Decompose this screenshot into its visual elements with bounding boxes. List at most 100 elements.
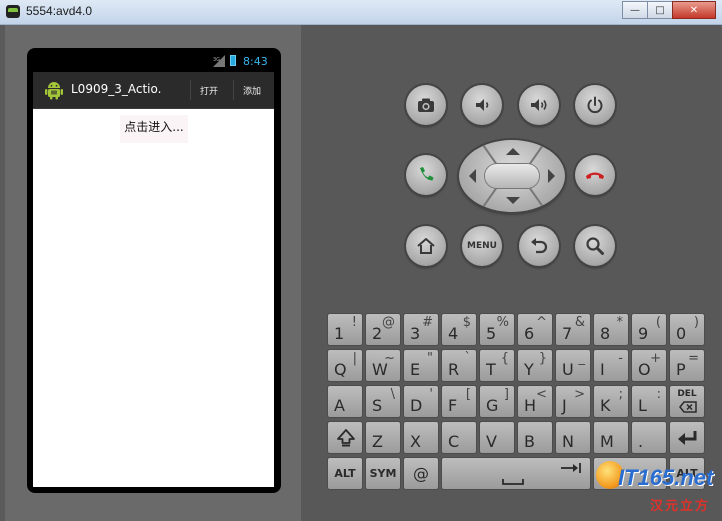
key-space[interactable] bbox=[441, 457, 591, 490]
menu-button[interactable]: MENU bbox=[462, 226, 502, 266]
key-2[interactable]: 2 @ bbox=[365, 313, 401, 346]
menu-label: MENU bbox=[467, 241, 497, 251]
activity-title: L0909_3_Actio. bbox=[71, 82, 162, 96]
key-g[interactable]: G] bbox=[479, 385, 515, 418]
dpad-divider bbox=[482, 145, 497, 165]
dpad-divider bbox=[482, 187, 497, 207]
volume-down-button[interactable] bbox=[462, 85, 502, 125]
call-button[interactable] bbox=[406, 155, 446, 195]
network-type-label: 3G bbox=[213, 57, 220, 63]
action-divider bbox=[233, 80, 234, 100]
back-icon bbox=[531, 238, 548, 254]
key-h[interactable]: H < bbox=[517, 385, 553, 418]
shift-icon bbox=[337, 429, 355, 447]
watermark-subtitle: 汉元立方 bbox=[650, 499, 711, 514]
dpad-left-icon[interactable] bbox=[469, 169, 476, 183]
volume-up-icon bbox=[531, 99, 547, 111]
key-r[interactable]: R ` bbox=[441, 349, 477, 382]
phone-call-icon bbox=[420, 167, 434, 181]
key-shift[interactable] bbox=[327, 421, 363, 454]
android-robot-icon bbox=[45, 82, 63, 100]
key-l[interactable]: L: bbox=[631, 385, 667, 418]
end-call-button[interactable] bbox=[575, 155, 615, 195]
key-3[interactable]: 3 # bbox=[403, 313, 439, 346]
key-9[interactable]: 9( bbox=[631, 313, 667, 346]
key-7[interactable]: 7 & bbox=[555, 313, 591, 346]
volume-up-button[interactable] bbox=[519, 85, 559, 125]
key-1[interactable]: 1! bbox=[327, 313, 363, 346]
key-o[interactable]: O + bbox=[631, 349, 667, 382]
action-add[interactable]: 添加 bbox=[243, 84, 261, 97]
key-d[interactable]: D ' bbox=[403, 385, 439, 418]
key-m[interactable]: M bbox=[593, 421, 629, 454]
key-p[interactable]: P = bbox=[669, 349, 705, 382]
key-t[interactable]: T{ bbox=[479, 349, 515, 382]
dpad-right-icon[interactable] bbox=[548, 169, 555, 183]
key-z[interactable]: Z bbox=[365, 421, 401, 454]
key-6[interactable]: 6 ^ bbox=[517, 313, 553, 346]
close-button[interactable]: ✕ bbox=[672, 1, 716, 19]
space-icon bbox=[502, 479, 524, 485]
key-5[interactable]: 5% bbox=[479, 313, 515, 346]
enter-icon bbox=[678, 431, 697, 445]
key-a[interactable]: A bbox=[327, 385, 363, 418]
key-enter[interactable] bbox=[669, 421, 705, 454]
end-call-icon bbox=[586, 172, 604, 179]
app-content: 点击进入... bbox=[33, 109, 274, 487]
key-b[interactable]: B bbox=[517, 421, 553, 454]
tab-arrow-icon bbox=[561, 463, 581, 473]
backspace-icon bbox=[679, 401, 697, 413]
key-u[interactable]: U _ bbox=[555, 349, 591, 382]
search-icon bbox=[586, 237, 604, 255]
key-i[interactable]: I- bbox=[593, 349, 629, 382]
key-e[interactable]: E " bbox=[403, 349, 439, 382]
home-icon bbox=[417, 238, 435, 254]
key-n[interactable]: N bbox=[555, 421, 591, 454]
key-0[interactable]: 0) bbox=[669, 313, 705, 346]
maximize-button[interactable]: □ bbox=[647, 1, 673, 19]
camera-button[interactable] bbox=[406, 85, 446, 125]
dpad-center-button[interactable] bbox=[485, 164, 539, 188]
enter-button[interactable]: 点击进入... bbox=[120, 115, 188, 143]
key-at[interactable]: @ bbox=[403, 457, 439, 490]
key-x[interactable]: X bbox=[403, 421, 439, 454]
key-y[interactable]: Y} bbox=[517, 349, 553, 382]
power-icon bbox=[587, 96, 603, 114]
android-app-icon bbox=[6, 5, 20, 18]
key-q[interactable]: Q | bbox=[327, 349, 363, 382]
key-period[interactable]: . bbox=[631, 421, 667, 454]
battery-icon bbox=[230, 55, 236, 66]
action-divider bbox=[190, 80, 191, 100]
action-open[interactable]: 打开 bbox=[200, 84, 218, 97]
action-bar: L0909_3_Actio. 打开 添加 bbox=[33, 72, 274, 110]
dpad-down-icon[interactable] bbox=[506, 197, 520, 204]
key-8[interactable]: 8 * bbox=[593, 313, 629, 346]
dpad[interactable] bbox=[459, 140, 565, 212]
key-4[interactable]: 4 $ bbox=[441, 313, 477, 346]
key-del[interactable]: DEL bbox=[669, 385, 705, 418]
key-sym[interactable]: SYM bbox=[365, 457, 401, 490]
key-v[interactable]: V bbox=[479, 421, 515, 454]
del-label: DEL bbox=[677, 389, 697, 399]
status-time: 8:43 bbox=[243, 55, 268, 68]
key-k[interactable]: K; bbox=[593, 385, 629, 418]
power-button[interactable] bbox=[575, 85, 615, 125]
dpad-divider bbox=[528, 145, 543, 165]
status-bar: 3G 8:43 bbox=[33, 53, 274, 71]
search-button[interactable] bbox=[575, 226, 615, 266]
dpad-up-icon[interactable] bbox=[506, 148, 520, 155]
key-c[interactable]: C bbox=[441, 421, 477, 454]
key-alt[interactable]: ALT bbox=[327, 457, 363, 490]
key-j[interactable]: J > bbox=[555, 385, 591, 418]
home-button[interactable] bbox=[406, 226, 446, 266]
signal-icon: 3G bbox=[213, 55, 225, 67]
back-button[interactable] bbox=[519, 226, 559, 266]
window-title: 5554:avd4.0 bbox=[26, 4, 93, 18]
watermark-brand: IT165.net bbox=[618, 465, 714, 490]
minimize-button[interactable]: — bbox=[622, 1, 648, 19]
key-w[interactable]: W ~ bbox=[365, 349, 401, 382]
key-s[interactable]: S \ bbox=[365, 385, 401, 418]
volume-down-icon bbox=[476, 99, 489, 111]
camera-icon bbox=[418, 98, 434, 112]
key-f[interactable]: F[ bbox=[441, 385, 477, 418]
